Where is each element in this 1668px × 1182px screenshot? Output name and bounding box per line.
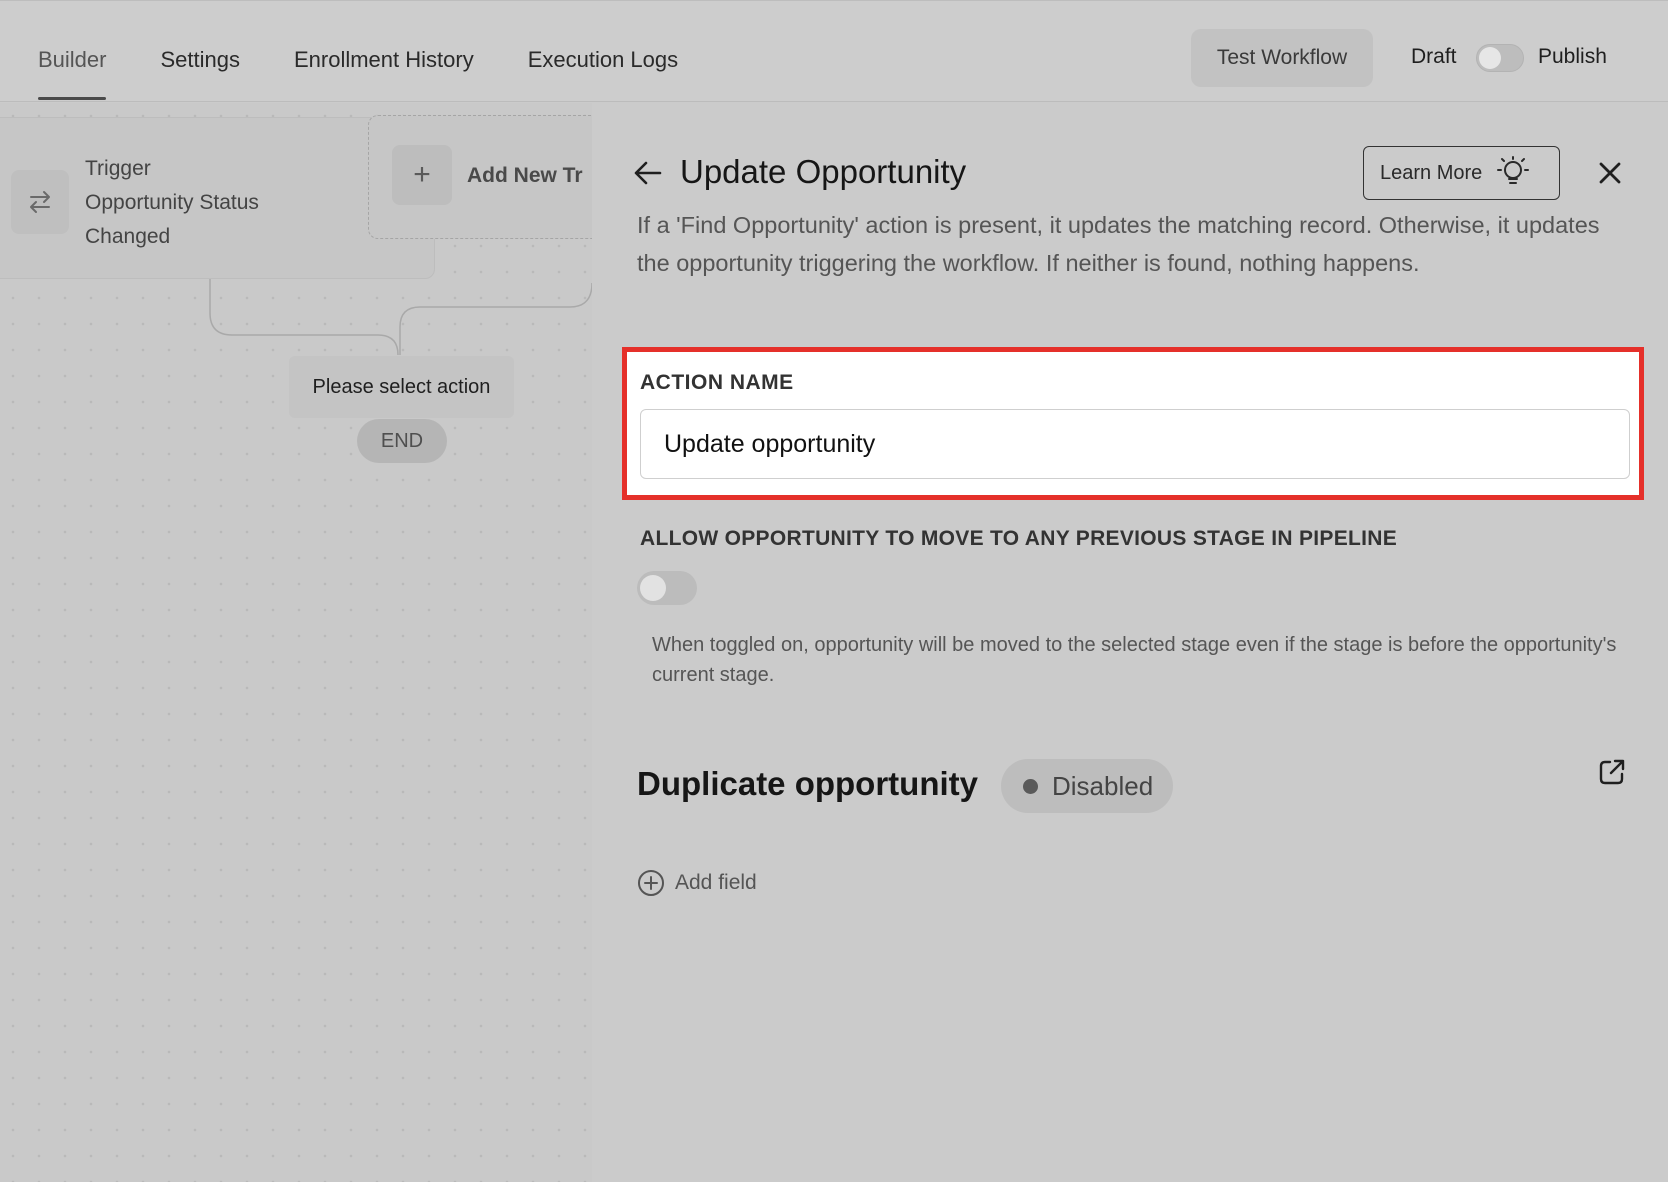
add-field-label: Add field [675, 871, 757, 894]
swap-arrows-icon [11, 170, 69, 234]
top-bar: Builder Settings Enrollment History Exec… [0, 0, 1668, 102]
add-new-trigger-label: Add New Tr [467, 164, 583, 187]
trigger-label: Trigger [85, 157, 151, 180]
test-workflow-button[interactable]: Test Workflow [1191, 29, 1373, 87]
back-arrow-icon[interactable] [632, 157, 664, 189]
status-dot-icon [1023, 778, 1038, 794]
toggle-knob [640, 575, 666, 601]
add-new-trigger-card[interactable]: + Add New Tr [368, 115, 592, 239]
action-name-section: ACTION NAME Update opportunity [622, 347, 1644, 500]
trigger-text: Trigger Opportunity Status Changed [85, 152, 259, 254]
toggle-knob [1479, 47, 1501, 69]
trigger-name-line2: Changed [85, 225, 171, 248]
allow-previous-stage-help: When toggled on, opportunity will be mov… [652, 634, 1617, 686]
allow-previous-stage-label: ALLOW OPPORTUNITY TO MOVE TO ANY PREVIOU… [640, 527, 1398, 550]
lightbulb-icon [1497, 156, 1530, 184]
status-badge-label: Disabled [1052, 770, 1154, 801]
close-icon[interactable] [1596, 159, 1624, 187]
tab-execution-logs[interactable]: Execution Logs [528, 47, 678, 100]
publish-label: Publish [1538, 45, 1607, 68]
action-config-panel: Update Opportunity Learn More If a 'Find… [592, 103, 1668, 1182]
plus-icon: + [392, 145, 452, 205]
learn-more-label: Learn More [1380, 161, 1483, 184]
panel-description: If a 'Find Opportunity' action is presen… [637, 212, 1600, 276]
action-name-label: ACTION NAME [640, 371, 794, 394]
draft-label: Draft [1411, 45, 1457, 68]
tab-builder[interactable]: Builder [38, 47, 107, 100]
workflow-builder-page: Builder Settings Enrollment History Exec… [0, 0, 1668, 1182]
external-link-icon[interactable] [1597, 757, 1627, 787]
tab-enrollment-history[interactable]: Enrollment History [294, 47, 474, 100]
status-badge: Disabled [1001, 759, 1173, 813]
publish-toggle[interactable] [1476, 44, 1524, 72]
duplicate-opportunity-title: Duplicate opportunity [637, 765, 978, 802]
select-action-node[interactable]: Please select action [289, 356, 514, 418]
allow-previous-stage-toggle[interactable] [637, 571, 697, 605]
end-node: END [357, 419, 447, 463]
trigger-name-line1: Opportunity Status [85, 191, 259, 214]
plus-circle-icon [638, 870, 664, 896]
panel-title: Update Opportunity [680, 153, 967, 190]
workflow-canvas[interactable]: Trigger Opportunity Status Changed + Add… [0, 103, 592, 1182]
add-field-button[interactable]: Add field [637, 869, 757, 897]
tab-bar: Builder Settings Enrollment History Exec… [38, 47, 678, 100]
action-name-input[interactable]: Update opportunity [640, 409, 1630, 479]
learn-more-button[interactable]: Learn More [1363, 146, 1560, 200]
tab-settings[interactable]: Settings [160, 47, 240, 100]
